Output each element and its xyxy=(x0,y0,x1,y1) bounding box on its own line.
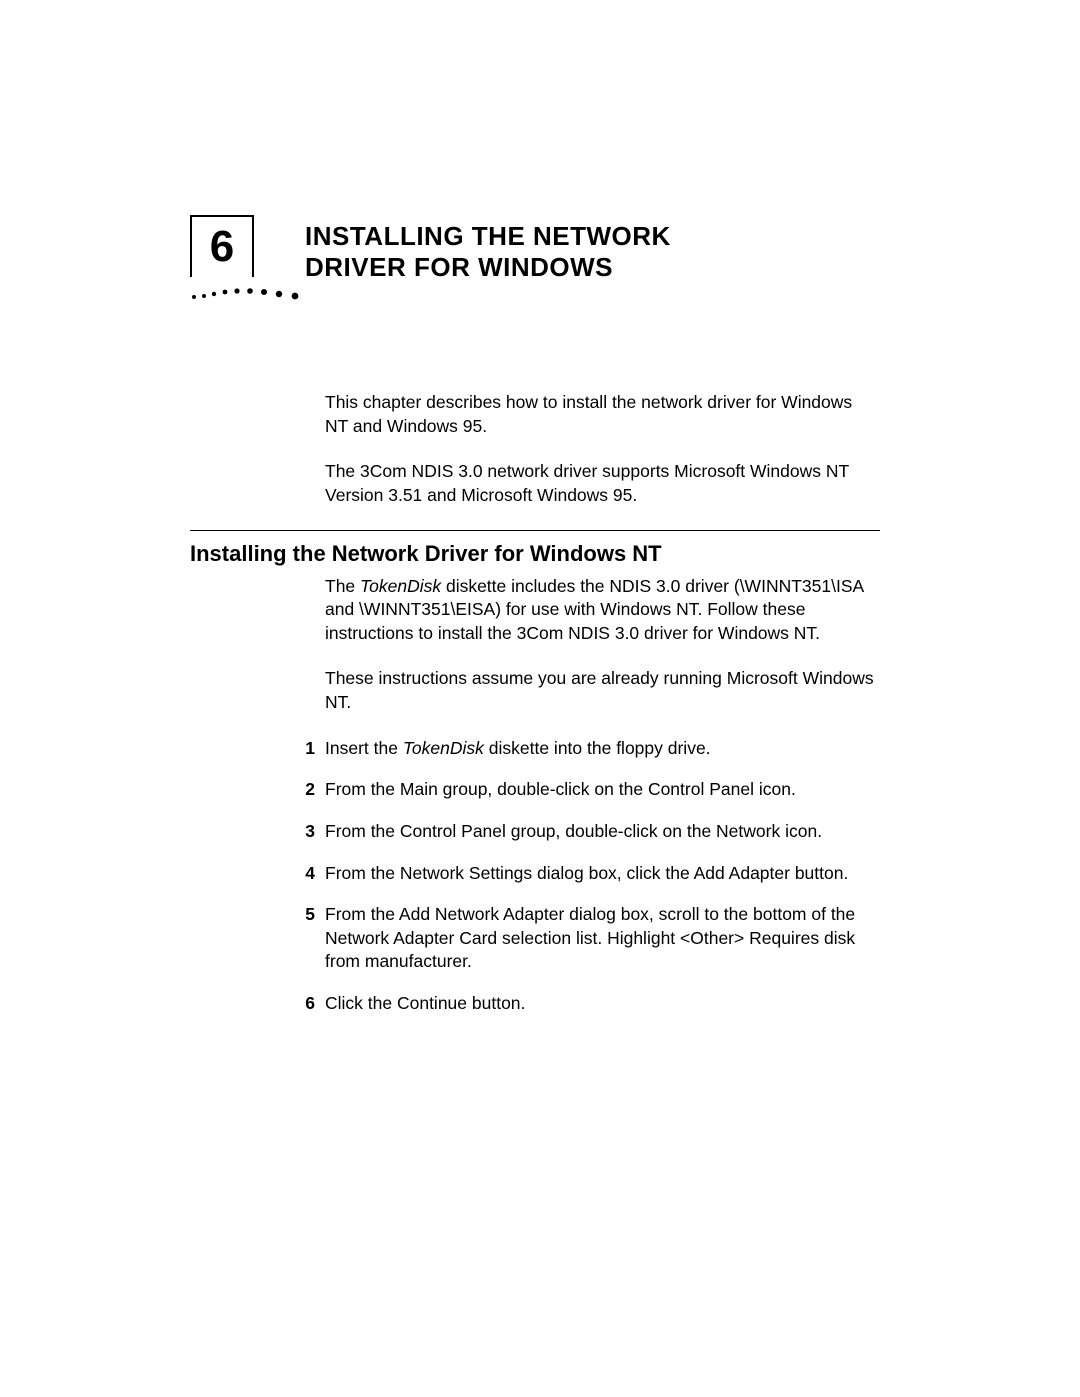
chapter-title: Installing the Network Driver for Window… xyxy=(305,215,671,283)
dots-decoration-icon xyxy=(190,283,305,301)
italic-text: TokenDisk xyxy=(360,576,441,596)
step-text: Click the Continue button. xyxy=(325,992,880,1016)
intro-paragraph-2: The 3Com NDIS 3.0 network driver support… xyxy=(325,460,880,507)
intro-block: This chapter describes how to install th… xyxy=(325,391,880,508)
chapter-header: 6 Installing the Network Driver for Wind xyxy=(190,215,910,301)
list-item: 6 Click the Continue button. xyxy=(325,992,880,1016)
text-fragment: diskette into the floppy drive. xyxy=(484,738,711,758)
chapter-number-frame: 6 xyxy=(190,215,254,277)
chapter-number-box: 6 xyxy=(190,215,305,301)
text-fragment: Insert the xyxy=(325,738,403,758)
page: 6 Installing the Network Driver for Wind xyxy=(0,0,1080,1016)
list-item: 4 From the Network Settings dialog box, … xyxy=(325,862,880,886)
step-number: 6 xyxy=(289,992,315,1016)
chapter-title-line2: Driver for Windows xyxy=(305,252,671,283)
section-block: Installing the Network Driver for Window… xyxy=(190,541,910,1016)
list-item: 2 From the Main group, double-click on t… xyxy=(325,778,880,802)
step-number: 2 xyxy=(289,778,315,802)
step-number: 1 xyxy=(289,737,315,761)
section-paragraph-2: These instructions assume you are alread… xyxy=(325,667,880,714)
text-fragment: The xyxy=(325,576,360,596)
section-body: The TokenDisk diskette includes the NDIS… xyxy=(325,575,880,1016)
step-text: Insert the TokenDisk diskette into the f… xyxy=(325,737,880,761)
step-number: 5 xyxy=(289,903,315,974)
list-item: 1 Insert the TokenDisk diskette into the… xyxy=(325,737,880,761)
list-item: 5 From the Add Network Adapter dialog bo… xyxy=(325,903,880,974)
italic-text: TokenDisk xyxy=(403,738,484,758)
chapter-number: 6 xyxy=(210,225,234,269)
section-heading: Installing the Network Driver for Window… xyxy=(190,541,910,567)
step-text: From the Network Settings dialog box, cl… xyxy=(325,862,880,886)
step-text: From the Main group, double-click on the… xyxy=(325,778,880,802)
step-number: 4 xyxy=(289,862,315,886)
step-text: From the Control Panel group, double-cli… xyxy=(325,820,880,844)
section-paragraph-1: The TokenDisk diskette includes the NDIS… xyxy=(325,575,880,646)
step-number: 3 xyxy=(289,820,315,844)
step-text: From the Add Network Adapter dialog box,… xyxy=(325,903,880,974)
intro-paragraph-1: This chapter describes how to install th… xyxy=(325,391,880,438)
section-divider xyxy=(190,530,880,531)
chapter-title-line1: Installing the Network xyxy=(305,221,671,252)
steps-list: 1 Insert the TokenDisk diskette into the… xyxy=(325,737,880,1016)
list-item: 3 From the Control Panel group, double-c… xyxy=(325,820,880,844)
